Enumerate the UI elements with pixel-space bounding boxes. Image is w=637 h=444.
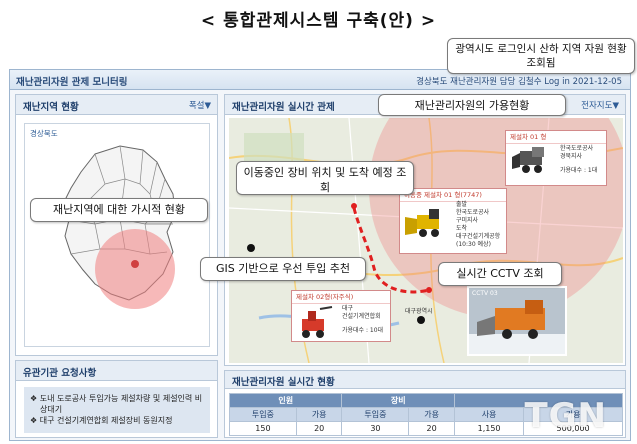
column-header: 투입중: [229, 407, 297, 422]
table-cell: 30: [341, 421, 410, 436]
app-title: 재난관리자원 관제 모니터링: [16, 77, 128, 88]
equipment-card-3-line-1: 대구: [342, 305, 354, 312]
cctv-feed[interactable]: CCTV 03: [467, 286, 567, 356]
equipment-card-3-line-3: 가용대수 : 10대: [342, 327, 384, 334]
equipment-card-2-line-3: 구미지사: [456, 217, 479, 224]
equipment-card-1-line-1: 한국도로공사: [560, 145, 594, 152]
group-header-equipment: 장비: [341, 393, 455, 408]
agency-requests-panel: 유관기관 요청사항 ❖ 도내 도로공사 투입가능 제설차량 및 제설인력 비상대…: [15, 360, 218, 438]
disaster-zone-circle: [95, 229, 175, 309]
user-info: 경상북도 재난관리자원 담당 김철수 Log in 2021-12-05: [416, 77, 622, 87]
equipment-card-2-line-5: 대구건설기계공항: [456, 233, 501, 240]
disaster-panel-header: 재난지역 현황 폭설▼: [16, 95, 217, 115]
snow-blower-icon: [302, 306, 333, 338]
requests-list: ❖ 도내 도로공사 투입가능 제설차량 및 제설인력 비상대기 ❖ 대구 건설기…: [24, 387, 210, 433]
disaster-panel-title: 재난지역 현황: [23, 102, 79, 113]
slide-title: < 통합관제시스템 구축(안) >: [200, 11, 437, 31]
operator-status-callout: 재난관리자원의 가용현황: [378, 94, 566, 116]
table-cell: 20: [295, 421, 343, 436]
disaster-region-panel: 재난지역 현황 폭설▼ 경상북도: [15, 94, 218, 356]
request-item: ❖ 도내 도로공사 투입가능 제설차량 및 제설인력 비상대기: [30, 394, 203, 414]
column-header: 가용: [295, 407, 343, 422]
cctv-label: CCTV 03: [472, 290, 498, 297]
login-scope-callout: 광역시도 로그인시 산하 지역 자원 현황 조회됨: [447, 38, 635, 74]
equipment-card-1-title: 제설차 01 형: [506, 131, 606, 144]
equipment-card-2-line-1: 출발: [456, 201, 468, 208]
electronic-map[interactable]: 대구광역시 제설차 01 형 한국도로공사 경북지사 가용대수 : 1대 이동중…: [229, 118, 623, 363]
moving-equipment-callout: 이동중인 장비 위치 및 도착 예정 조회: [236, 161, 414, 195]
requests-panel-title: 유관기관 요청사항: [23, 368, 97, 379]
cctv-snapshot: [469, 288, 565, 354]
group-header-personnel: 인원: [228, 393, 343, 408]
equipment-card-3-line-2: 건설기계연합회: [342, 313, 381, 320]
equipment-card-2-line-6: (10:30 예상): [456, 241, 491, 248]
app-window: 재난관리자원 관제 모니터링 경상북도 재난관리자원 담당 김철수 Log in…: [9, 69, 631, 441]
map-place-label: 대구광역시: [405, 307, 433, 315]
equipment-card-1-line-2: 경북지사: [560, 153, 583, 160]
column-header: 사용: [453, 407, 525, 422]
province-map-svg: [62, 145, 176, 309]
requests-panel-header: 유관기관 요청사항: [16, 361, 217, 381]
table-cell: 150: [229, 421, 297, 436]
realtime-control-panel: 재난관리자원 실시간 관제 전자지도▼ 대구광역시 제설차 01 형 한국도로공…: [224, 94, 626, 366]
map-type-dropdown[interactable]: 전자지도▼: [581, 99, 619, 111]
watermark-logo: TGN: [524, 396, 607, 436]
equipment-card-2-line-2: 한국도로공사: [456, 209, 490, 216]
disaster-type-dropdown[interactable]: 폭설▼: [189, 99, 211, 111]
map-panel-title: 재난관리자원 실시간 관제: [232, 102, 335, 113]
equipment-card-3[interactable]: 제설차 02형(자주식) 대구 건설기계연합회 가용대수 : 10대: [291, 290, 391, 342]
equipment-card-1-line-3: 가용대수 : 1대: [560, 167, 598, 174]
request-item: ❖ 대구 건설기계연합회 제설장비 동원지정: [30, 416, 173, 425]
equipment-card-3-title: 제설차 02형(자주식): [292, 291, 390, 304]
stats-panel-header: 재난관리자원 실시간 현황: [225, 371, 625, 389]
snow-plow-icon: [405, 209, 439, 237]
disaster-visual-callout: 재난지역에 대한 가시적 현황: [30, 198, 208, 222]
equipment-card-2[interactable]: 이동중 제설차 01 형(7747) 출발 한국도로공사 구미지사 도착 대구건…: [399, 188, 507, 254]
equipment-card-2-line-4: 도착: [456, 225, 468, 232]
column-header: 투입중: [341, 407, 410, 422]
gis-recommend-callout: GIS 기반으로 우선 투입 추천: [200, 257, 366, 281]
table-cell: 20: [408, 421, 455, 436]
region-map[interactable]: 경상북도: [24, 123, 210, 347]
column-header: 가용: [408, 407, 455, 422]
stats-panel-title: 재난관리자원 실시간 현황: [232, 377, 335, 388]
equipment-card-1[interactable]: 제설차 01 형 한국도로공사 경북지사 가용대수 : 1대: [505, 130, 607, 186]
snow-truck-icon: [512, 147, 544, 173]
cctv-callout: 실시간 CCTV 조회: [438, 262, 562, 286]
table-cell: 1,150: [453, 421, 525, 436]
